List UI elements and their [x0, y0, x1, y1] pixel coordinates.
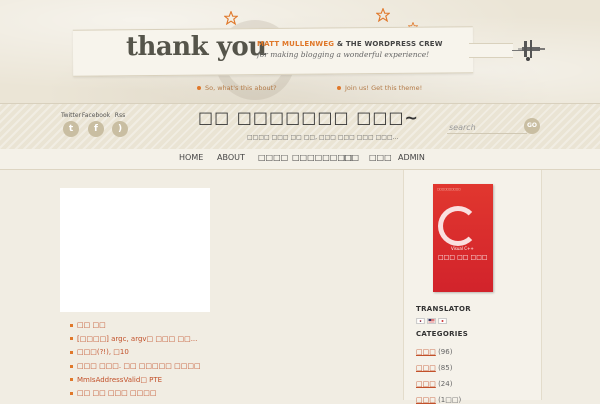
post-link[interactable]: MmIsAddressValid□ PTE	[77, 376, 162, 384]
book-title: □□□ □□ □□□	[438, 254, 488, 261]
category-item[interactable]: □□□ (96)	[416, 348, 452, 356]
search-button[interactable]: GO	[524, 118, 540, 134]
korea-flag-icon[interactable]	[416, 318, 425, 324]
post-link[interactable]: □□ □□ □□□ □□□□	[77, 389, 156, 397]
star-icon	[224, 11, 238, 25]
list-item[interactable]: □□ □□ □□□ □□□□	[70, 389, 201, 403]
bullet-icon	[70, 391, 73, 395]
translator-heading: TRANSLATOR	[416, 305, 471, 313]
blog-tagline: □□□□ □□□ □□ □□, □□□ □□□ □□□ □□□...	[247, 134, 399, 141]
nav-item-home[interactable]: HOME	[179, 153, 203, 162]
japan-flag-icon[interactable]	[438, 318, 447, 324]
nav-item-6[interactable]: □□□	[369, 153, 392, 162]
join-theme-link-label: Join us! Get this theme!	[345, 84, 423, 92]
nav-item-admin[interactable]: ADMIN	[398, 153, 425, 162]
bullet-dot-icon	[337, 86, 341, 90]
nav-item-5[interactable]: □□	[344, 153, 359, 162]
category-item[interactable]: □□□ (24)	[416, 380, 452, 388]
credits-author: MATT MULLENWEG	[257, 40, 335, 48]
book-top-text: □□□□□□□□□□	[437, 188, 461, 191]
post-link[interactable]: □□□ □□□. □□ □□□□□ □□□□	[77, 362, 201, 370]
category-link[interactable]: □□□	[416, 380, 436, 388]
bullet-icon	[70, 378, 73, 382]
book-cover-image[interactable]: □□□□□□□□□□ Visual C++ □□□ □□ □□□	[433, 184, 493, 292]
bullet-icon	[70, 337, 73, 341]
star-icon	[376, 8, 390, 22]
post-link[interactable]: □□ □□	[77, 321, 106, 329]
about-theme-link[interactable]: So, what's this about?	[197, 84, 277, 92]
list-item[interactable]: □□□ □□□. □□ □□□□□ □□□□	[70, 362, 201, 376]
banner-credits-subline: for making blogging a wonderful experien…	[257, 50, 430, 59]
category-count: (96)	[438, 348, 453, 356]
book-swirl-graphic	[438, 206, 478, 246]
category-count: (85)	[438, 364, 453, 372]
nav-item-3[interactable]: □□□□	[258, 153, 288, 162]
facebook-icon[interactable]: f	[88, 121, 104, 137]
social-rss[interactable]: Rss )	[105, 112, 135, 137]
list-item[interactable]: [□□□□] argc, argv□ □□□ □□...	[70, 335, 201, 349]
banner-title: thank you	[126, 32, 267, 62]
post-link[interactable]: [□□□□] argc, argv□ □□□ □□...	[77, 335, 197, 343]
blog-title[interactable]: □□ □□□□□□□ □□□~	[198, 108, 419, 127]
book-subtitle: Visual C++	[451, 246, 474, 251]
banner-credits: MATT MULLENWEG & THE WORDPRESS CREW	[257, 40, 443, 48]
nav-item-about[interactable]: ABOUT	[217, 153, 245, 162]
category-item[interactable]: □□□ (85)	[416, 364, 452, 372]
usa-flag-icon[interactable]	[427, 318, 436, 324]
search-input[interactable]	[447, 121, 527, 134]
bullet-dot-icon	[197, 86, 201, 90]
bullet-icon	[70, 323, 73, 327]
join-theme-link[interactable]: Join us! Get this theme!	[337, 84, 422, 92]
category-link[interactable]: □□□	[416, 396, 436, 404]
social-label: Rss	[114, 112, 126, 119]
about-theme-link-label: So, what's this about?	[205, 84, 277, 92]
twitter-icon[interactable]: t	[63, 121, 79, 137]
category-count: (1□□)	[438, 396, 462, 404]
list-item[interactable]: □□ □□	[70, 321, 201, 335]
recent-posts-list: □□ □□ [□□□□] argc, argv□ □□□ □□... □□□(?…	[70, 321, 201, 403]
list-item[interactable]: MmIsAddressValid□ PTE	[70, 376, 201, 390]
list-item[interactable]: □□□(?!), □10	[70, 348, 201, 362]
category-count: (24)	[438, 380, 453, 388]
post-link[interactable]: □□□(?!), □10	[77, 348, 129, 356]
bullet-icon	[70, 350, 73, 354]
biplane-icon	[518, 40, 545, 61]
bullet-icon	[70, 364, 73, 368]
categories-heading: CATEGORIES	[416, 330, 469, 338]
category-item[interactable]: □□□ (1□□)	[416, 396, 461, 404]
category-link[interactable]: □□□	[416, 348, 436, 356]
ad-placeholder	[60, 188, 210, 312]
banner-ribbon-tail	[469, 43, 513, 58]
rss-icon[interactable]: )	[112, 121, 128, 137]
category-link[interactable]: □□□	[416, 364, 436, 372]
credits-crew: & THE WORDPRESS CREW	[336, 40, 443, 48]
